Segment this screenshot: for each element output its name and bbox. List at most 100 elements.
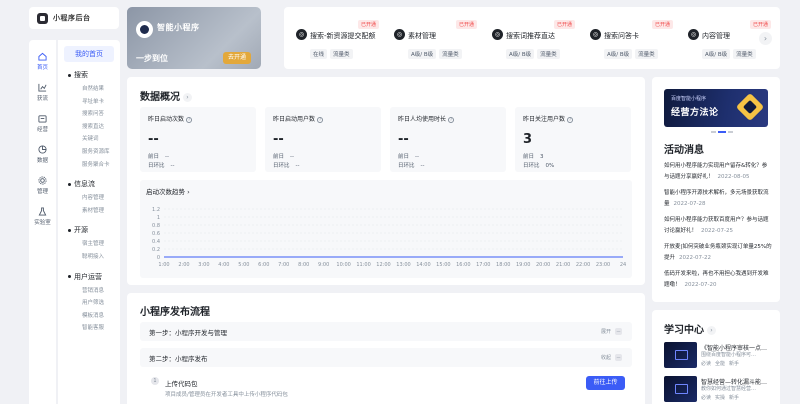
subnav-item[interactable]: 模板消息 [64,310,114,323]
x-tick-label: 5:00 [238,262,249,268]
wallet-icon [38,115,47,123]
activity-news-panel: 百度智能小程序 经营方法论 活动消息 如何用小程序能力实现用户留存&转化？参与话… [652,77,780,302]
course-tag: 必读 [701,395,712,401]
subnav-group-feed[interactable]: 信息流 [68,179,114,189]
rail-item-acquire[interactable]: 获流 [29,77,56,108]
help-icon[interactable]: ? [448,116,455,123]
y-tick-label: 1.2 [152,207,160,213]
status-badge: 已开通 [651,20,673,29]
flow-step-title: 第一步：小程序开发与管理 [149,329,227,337]
metric-ratio-label: 日环比 [148,163,165,169]
flow-step-toggle[interactable]: 展开 [601,328,622,335]
subnav-item[interactable]: 营销消息 [64,285,114,298]
help-icon[interactable]: ? [567,116,574,123]
subnav-item[interactable]: 聪明接入 [64,251,114,264]
metric-prev-label: 前日 [523,154,535,160]
subnav-item[interactable]: 服务资源库 [64,146,114,159]
help-icon[interactable]: ? [317,116,324,123]
carousel-dot-active[interactable] [718,131,726,133]
metric-value: -- [398,132,409,147]
tool-card[interactable]: ◎ 搜索问答卡 已开通 A级/ B级 流量类 [582,12,678,64]
subnav-item[interactable]: 自然结果 [64,83,114,96]
subnav-group-user-ops[interactable]: 用户运营 [68,272,114,282]
metric-card: 昨日启动次数? -- 前日 -- 日环比 -- [140,107,256,172]
account-action-badge[interactable]: 去开通 [223,52,252,64]
subnav-item[interactable]: 寻址单卡 [64,96,114,109]
metric-ratio: 日环比 0% [523,161,554,169]
step-index-badge: 1 [151,377,159,385]
upload-button[interactable]: 前往上传 [586,376,625,390]
tool-title: 搜索词推荐直达 [506,32,555,40]
status-badge: 已开通 [455,20,477,29]
overview-title[interactable]: 数据概况 › [140,88,192,103]
promo-banner[interactable]: 百度智能小程序 经营方法论 [664,89,768,127]
subnav-item[interactable]: 素材管理 [64,205,114,218]
tool-card[interactable]: ◎ 搜索词推荐直达 已开通 A级/ B级 流量类 [484,12,580,64]
subnav-item[interactable]: 用户筛选 [64,297,114,310]
tool-icon: ◎ [590,29,601,40]
course-tag: 必读 [701,361,712,367]
subnav-item[interactable]: 服务聚合卡 [64,159,114,172]
tools-strip: ◎ 搜索-新资源提交配额 已开通 在线 流量类 ◎ 素材管理 已开通 A级/ B级… [284,7,780,69]
rail-item-home[interactable]: 首页 [29,46,56,77]
news-item[interactable]: 开放麦|如何突破业务瓶颈实现订单量25%的提升 2022-07-22 [664,242,772,263]
news-text: 低码开发来啦，再也不用担心我遇到开发难题嘞！ [664,271,769,288]
x-tick-label: 8:00 [298,262,309,268]
tool-tag: 流量类 [733,49,756,59]
chart-icon [38,83,47,92]
subnav-item[interactable]: 宿主管理 [64,238,114,251]
tool-icon: ◎ [492,29,503,40]
subnav-item[interactable]: 搜索直达 [64,121,114,134]
subnav-my-home[interactable]: 我的首页 [64,46,114,62]
rail-label-manage: 管理 [36,189,48,195]
upload-title: 上传代码包 [165,380,198,388]
tool-icon: ◎ [688,29,699,40]
subnav-item[interactable]: 关键词 [64,133,114,146]
flow-step[interactable]: 第一步：小程序开发与管理 展开 [140,322,632,341]
rail-item-data[interactable]: 数据 [29,139,56,170]
metric-value: -- [273,132,284,147]
tool-tag: 流量类 [439,49,462,59]
subnav-item[interactable]: 内容管理 [64,192,114,205]
banner-headline: 经营方法论 [671,108,719,118]
y-tick-label: 0.4 [152,239,160,245]
tool-card[interactable]: ◎ 搜索-新资源提交配额 已开通 在线 流量类 [288,12,384,64]
subnav-group-search[interactable]: 搜索 [68,70,114,80]
x-tick-label: 11:00 [356,262,370,268]
app-logo[interactable]: 小程序后台 [29,7,119,29]
flow-step[interactable]: 第二步：小程序发布 收起 [140,348,632,367]
subnav-item[interactable]: 智能客服 [64,322,114,335]
rail-item-lab[interactable]: 实验室 [29,201,56,232]
subnav-item[interactable]: 搜索问答 [64,108,114,121]
news-item[interactable]: 如何用小程序能力获取百度用户？参与话题讨论赢好礼！ 2022-07-25 [664,215,772,236]
course-item[interactable]: 智慧经营—转化漏斗能… 教你如何通过智慧经营… 必读 实操 新手 [664,376,776,402]
bullet-icon [68,73,71,77]
x-tick-label: 19:00 [516,262,530,268]
bullet-icon [68,182,71,186]
tool-title: 搜索问答卡 [604,32,639,40]
carousel-dots[interactable] [711,131,733,133]
metric-label-text: 昨日人均使用时长 [398,116,447,123]
carousel-dot[interactable] [711,131,716,133]
rail-item-business[interactable]: 经营 [29,108,56,139]
x-tick-label: 3:00 [198,262,209,268]
metric-label: 昨日关注用户数? [523,114,574,123]
diamond-logo-icon [735,92,765,122]
carousel-dot[interactable] [728,131,733,133]
subnav-group-open[interactable]: 开源 [68,225,114,235]
course-tag: 新手 [729,395,740,401]
flow-step-toggle[interactable]: 收起 [601,354,622,361]
news-item[interactable]: 如何用小程序能力实现用户留存&转化？参与话题分享赢好礼！ 2022-08-05 [664,161,772,182]
app-name: 小程序后台 [53,14,91,22]
tool-card[interactable]: ◎ 素材管理 已开通 A级/ B级 流量类 [386,12,482,64]
x-tick-label: 21:00 [556,262,570,268]
help-icon[interactable]: ? [186,116,193,123]
course-item[interactable]: 《智能小程序审核一点… 围绕百度智能小程序可… 必读 全能 新手 [664,342,776,368]
learn-title[interactable]: 学习中心 › [664,321,716,336]
rail-item-manage[interactable]: 管理 [29,170,56,201]
trend-line-chart[interactable]: 0 0.2 0.4 0.6 0.8 1 1.2 1:00 2:00 3:00 4:00 5:00 6:0… [140,180,632,278]
news-item[interactable]: 智能小程序开源技术解析，多元场景获取流量 2022-07-28 [664,188,772,209]
chevron-right-icon[interactable]: › [759,32,772,45]
metric-card: 昨日关注用户数? 3 前日 3 日环比 0% [515,107,631,172]
news-item[interactable]: 低码开发来啦，再也不用担心我遇到开发难题嘞！ 2022-07-20 [664,269,772,290]
